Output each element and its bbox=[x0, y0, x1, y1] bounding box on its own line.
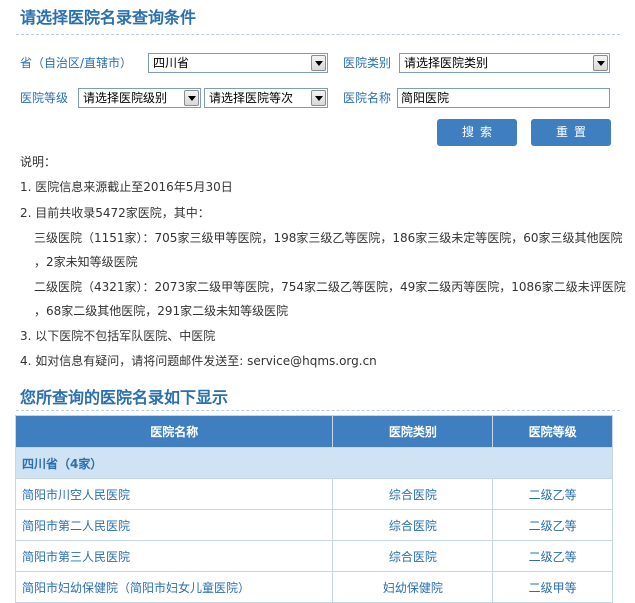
chevron-down-icon bbox=[311, 55, 326, 71]
level-select-value: 请选择医院级别 bbox=[83, 91, 168, 105]
grade-select[interactable]: 请选择医院等次 bbox=[204, 88, 328, 108]
level-select[interactable]: 请选择医院级别 bbox=[78, 88, 201, 108]
divider bbox=[16, 34, 620, 35]
hospital-name-link[interactable]: 简阳市妇幼保健院（简阳市妇女儿童医院） bbox=[14, 571, 334, 603]
divider bbox=[16, 410, 620, 411]
note-line: 二级医院（4321家）：2073家二级甲等医院，754家二级乙等医院，49家二级… bbox=[34, 280, 626, 294]
level-label: 医院等级 bbox=[20, 91, 69, 105]
chevron-down-icon bbox=[184, 90, 199, 106]
note-line: 4. 如对信息有疑问，请将问题邮件发送至: service@hqms.org.c… bbox=[20, 354, 377, 368]
hospital-name-input[interactable]: 简阳医院 bbox=[397, 88, 610, 108]
province-label: 省（自治区/直辖市） bbox=[20, 56, 133, 70]
results-table: 医院名称 医院类别 医院等级 四川省（4家） 简阳市川空人民医院 综合医院 二级… bbox=[14, 415, 613, 603]
hospital-level: 二级乙等 bbox=[492, 540, 613, 572]
province-group-label: 四川省（4家） bbox=[15, 447, 613, 479]
hospital-category: 综合医院 bbox=[332, 478, 494, 510]
note-line: ，2家未知等级医院 bbox=[34, 255, 138, 269]
hospital-name-link[interactable]: 简阳市第三人民医院 bbox=[14, 540, 334, 572]
note-line: 三级医院（1151家）：705家三级甲等医院，198家三级乙等医院，186家三级… bbox=[34, 231, 623, 245]
hospital-level: 二级乙等 bbox=[492, 478, 613, 510]
notes-heading: 说明： bbox=[20, 155, 57, 169]
hospital-level: 二级乙等 bbox=[492, 509, 613, 541]
hospital-category: 妇幼保健院 bbox=[332, 571, 494, 603]
grade-select-value: 请选择医院等次 bbox=[209, 91, 294, 105]
category-select-value: 请选择医院类别 bbox=[404, 56, 489, 70]
search-section-title: 请选择医院名录查询条件 bbox=[20, 8, 197, 27]
note-line: 1. 医院信息来源截止至2016年5月30日 bbox=[20, 180, 233, 194]
province-select[interactable]: 四川省 bbox=[148, 53, 328, 73]
reset-button[interactable]: 重置 bbox=[531, 119, 611, 146]
table-header-row: 医院名称 医院类别 医院等级 bbox=[14, 415, 613, 448]
province-group-row: 四川省（4家） bbox=[15, 447, 613, 479]
hospital-name-link[interactable]: 简阳市川空人民医院 bbox=[14, 478, 334, 510]
table-row: 简阳市妇幼保健院（简阳市妇女儿童医院） 妇幼保健院 二级甲等 bbox=[14, 571, 613, 603]
note-line: 3. 以下医院不包括军队医院、中医院 bbox=[20, 329, 216, 343]
table-row: 简阳市川空人民医院 综合医院 二级乙等 bbox=[14, 478, 613, 510]
name-label: 医院名称 bbox=[343, 91, 392, 105]
category-label: 医院类别 bbox=[343, 56, 392, 70]
column-header-level: 医院等级 bbox=[492, 415, 613, 448]
hospital-category: 综合医院 bbox=[332, 540, 494, 572]
hospital-name-link[interactable]: 简阳市第二人民医院 bbox=[14, 509, 334, 541]
province-select-value: 四川省 bbox=[153, 56, 190, 70]
chevron-down-icon bbox=[311, 90, 326, 106]
category-select[interactable]: 请选择医院类别 bbox=[399, 53, 610, 73]
hospital-level: 二级甲等 bbox=[492, 571, 613, 603]
note-line: 2. 目前共收录5472家医院，其中： bbox=[20, 206, 210, 220]
chevron-down-icon bbox=[593, 55, 608, 71]
results-section-title: 您所查询的医院名录如下显示 bbox=[20, 388, 229, 407]
hospital-category: 综合医院 bbox=[332, 509, 494, 541]
table-row: 简阳市第二人民医院 综合医院 二级乙等 bbox=[14, 509, 613, 541]
search-button[interactable]: 搜索 bbox=[437, 119, 517, 146]
note-line: ，68家二级其他医院，291家二级未知等级医院 bbox=[34, 304, 289, 318]
table-row: 简阳市第三人民医院 综合医院 二级乙等 bbox=[14, 540, 613, 572]
column-header-name: 医院名称 bbox=[14, 415, 334, 448]
column-header-category: 医院类别 bbox=[332, 415, 494, 448]
